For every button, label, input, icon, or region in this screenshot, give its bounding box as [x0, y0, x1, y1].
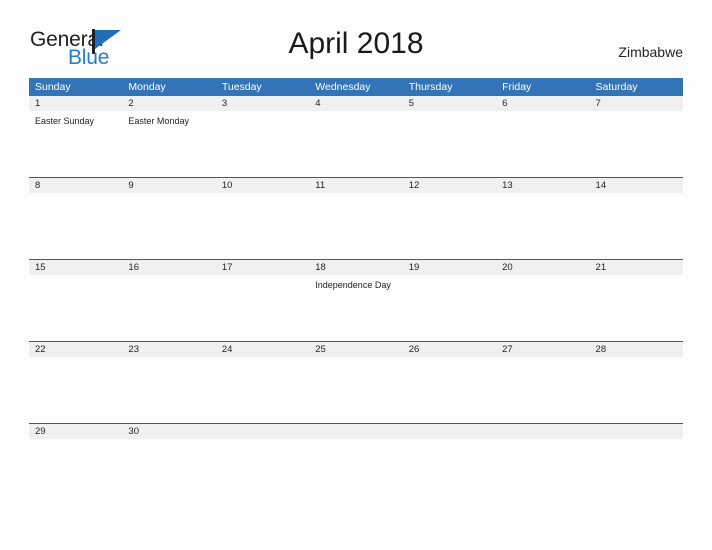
week-date-strip: 29 30 [29, 424, 683, 439]
day-event [403, 193, 496, 259]
weekday-header-row: Sunday Monday Tuesday Wednesday Thursday… [29, 78, 683, 96]
day-event [309, 357, 402, 423]
weekday-header-sunday: Sunday [35, 81, 71, 93]
day-event [590, 111, 683, 177]
day-number [403, 424, 496, 439]
day-event [216, 111, 309, 177]
day-number[interactable]: 7 [590, 96, 683, 111]
day-event [590, 357, 683, 423]
page-title: April 2018 [288, 27, 424, 60]
day-number[interactable]: 28 [590, 342, 683, 357]
week-row: 22 23 24 25 26 27 28 [29, 341, 683, 423]
weekday-header-friday: Friday [502, 81, 532, 93]
weekday-header-thursday: Thursday [408, 81, 453, 93]
calendar-grid: Sunday Monday Tuesday Wednesday Thursday… [29, 78, 683, 479]
day-number[interactable]: 9 [122, 178, 215, 193]
week-event-strip [29, 357, 683, 423]
day-number[interactable]: 29 [29, 424, 122, 439]
week-event-strip [29, 193, 683, 259]
day-number[interactable]: 6 [496, 96, 589, 111]
day-event [403, 275, 496, 341]
weekday-header-monday: Monday [128, 81, 166, 93]
page-header: General Blue April 2018 Zimbabwe [0, 0, 712, 78]
day-event: Easter Monday [128, 116, 189, 126]
day-event [216, 357, 309, 423]
day-event [29, 275, 122, 341]
day-number[interactable]: 20 [496, 260, 589, 275]
weekday-header-saturday: Saturday [595, 81, 638, 93]
day-number[interactable]: 3 [216, 96, 309, 111]
day-event [29, 357, 122, 423]
day-event: Easter Sunday [35, 116, 95, 126]
day-number[interactable]: 27 [496, 342, 589, 357]
day-event: Independence Day [315, 280, 391, 290]
day-event [590, 275, 683, 341]
week-row: 1 2 3 4 5 6 7 Easter Sunday Easter Monda… [29, 96, 683, 177]
day-event [29, 193, 122, 259]
day-number [590, 424, 683, 439]
day-event [496, 275, 589, 341]
day-event [309, 193, 402, 259]
day-number [309, 424, 402, 439]
day-event [496, 193, 589, 259]
calendar-page: General Blue April 2018 Zimbabwe Sunday … [0, 0, 712, 550]
day-event [122, 275, 215, 341]
day-number[interactable]: 23 [122, 342, 215, 357]
day-event [403, 439, 496, 479]
week-event-strip [29, 439, 683, 479]
day-event [216, 439, 309, 479]
day-number[interactable]: 18 [309, 260, 402, 275]
week-date-strip: 1 2 3 4 5 6 7 [29, 96, 683, 111]
country-label: Zimbabwe [618, 44, 683, 60]
day-number [496, 424, 589, 439]
day-number[interactable]: 21 [590, 260, 683, 275]
day-number[interactable]: 8 [29, 178, 122, 193]
day-event [403, 357, 496, 423]
day-number[interactable]: 14 [590, 178, 683, 193]
day-number[interactable]: 2 [122, 96, 215, 111]
day-number[interactable]: 17 [216, 260, 309, 275]
week-date-strip: 22 23 24 25 26 27 28 [29, 342, 683, 357]
day-event [122, 193, 215, 259]
day-number[interactable]: 25 [309, 342, 402, 357]
day-number[interactable]: 26 [403, 342, 496, 357]
week-row: 8 9 10 11 12 13 14 [29, 177, 683, 259]
day-event [122, 439, 215, 479]
week-date-strip: 8 9 10 11 12 13 14 [29, 178, 683, 193]
day-number[interactable]: 4 [309, 96, 402, 111]
day-event [122, 357, 215, 423]
day-number[interactable]: 1 [29, 96, 122, 111]
day-number[interactable]: 19 [403, 260, 496, 275]
day-number[interactable]: 22 [29, 342, 122, 357]
day-event [590, 193, 683, 259]
day-number[interactable]: 16 [122, 260, 215, 275]
day-number[interactable]: 5 [403, 96, 496, 111]
day-event [29, 439, 122, 479]
day-event [309, 111, 402, 177]
day-number[interactable]: 12 [403, 178, 496, 193]
week-date-strip: 15 16 17 18 19 20 21 [29, 260, 683, 275]
day-number[interactable]: 10 [216, 178, 309, 193]
week-row: 15 16 17 18 19 20 21 Independence Day [29, 259, 683, 341]
weekday-header-wednesday: Wednesday [315, 81, 371, 93]
day-event [216, 275, 309, 341]
week-event-strip: Easter Sunday Easter Monday [29, 111, 683, 177]
day-number[interactable]: 30 [122, 424, 215, 439]
day-event [403, 111, 496, 177]
day-event [216, 193, 309, 259]
day-event [590, 439, 683, 479]
day-event [496, 439, 589, 479]
day-number[interactable]: 24 [216, 342, 309, 357]
day-number[interactable]: 13 [496, 178, 589, 193]
day-event [309, 439, 402, 479]
day-number[interactable]: 11 [309, 178, 402, 193]
day-event [496, 357, 589, 423]
week-row: 29 30 [29, 423, 683, 479]
week-event-strip: Independence Day [29, 275, 683, 341]
day-number[interactable]: 15 [29, 260, 122, 275]
day-number [216, 424, 309, 439]
weekday-header-tuesday: Tuesday [221, 81, 262, 93]
day-event [496, 111, 589, 177]
